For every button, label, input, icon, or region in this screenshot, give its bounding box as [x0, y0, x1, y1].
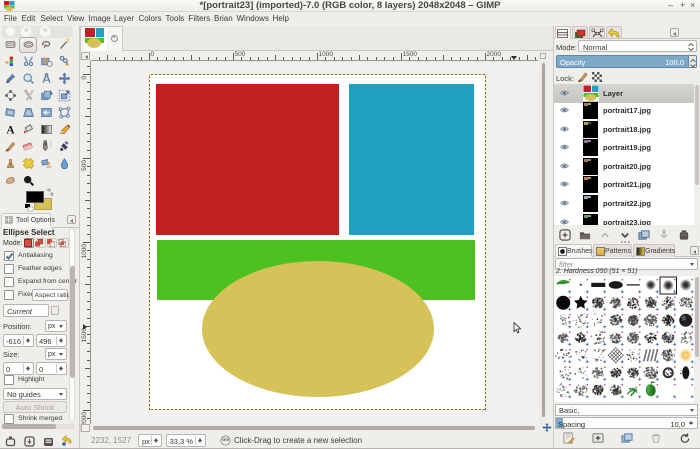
svg-text:A: A: [6, 124, 15, 135]
